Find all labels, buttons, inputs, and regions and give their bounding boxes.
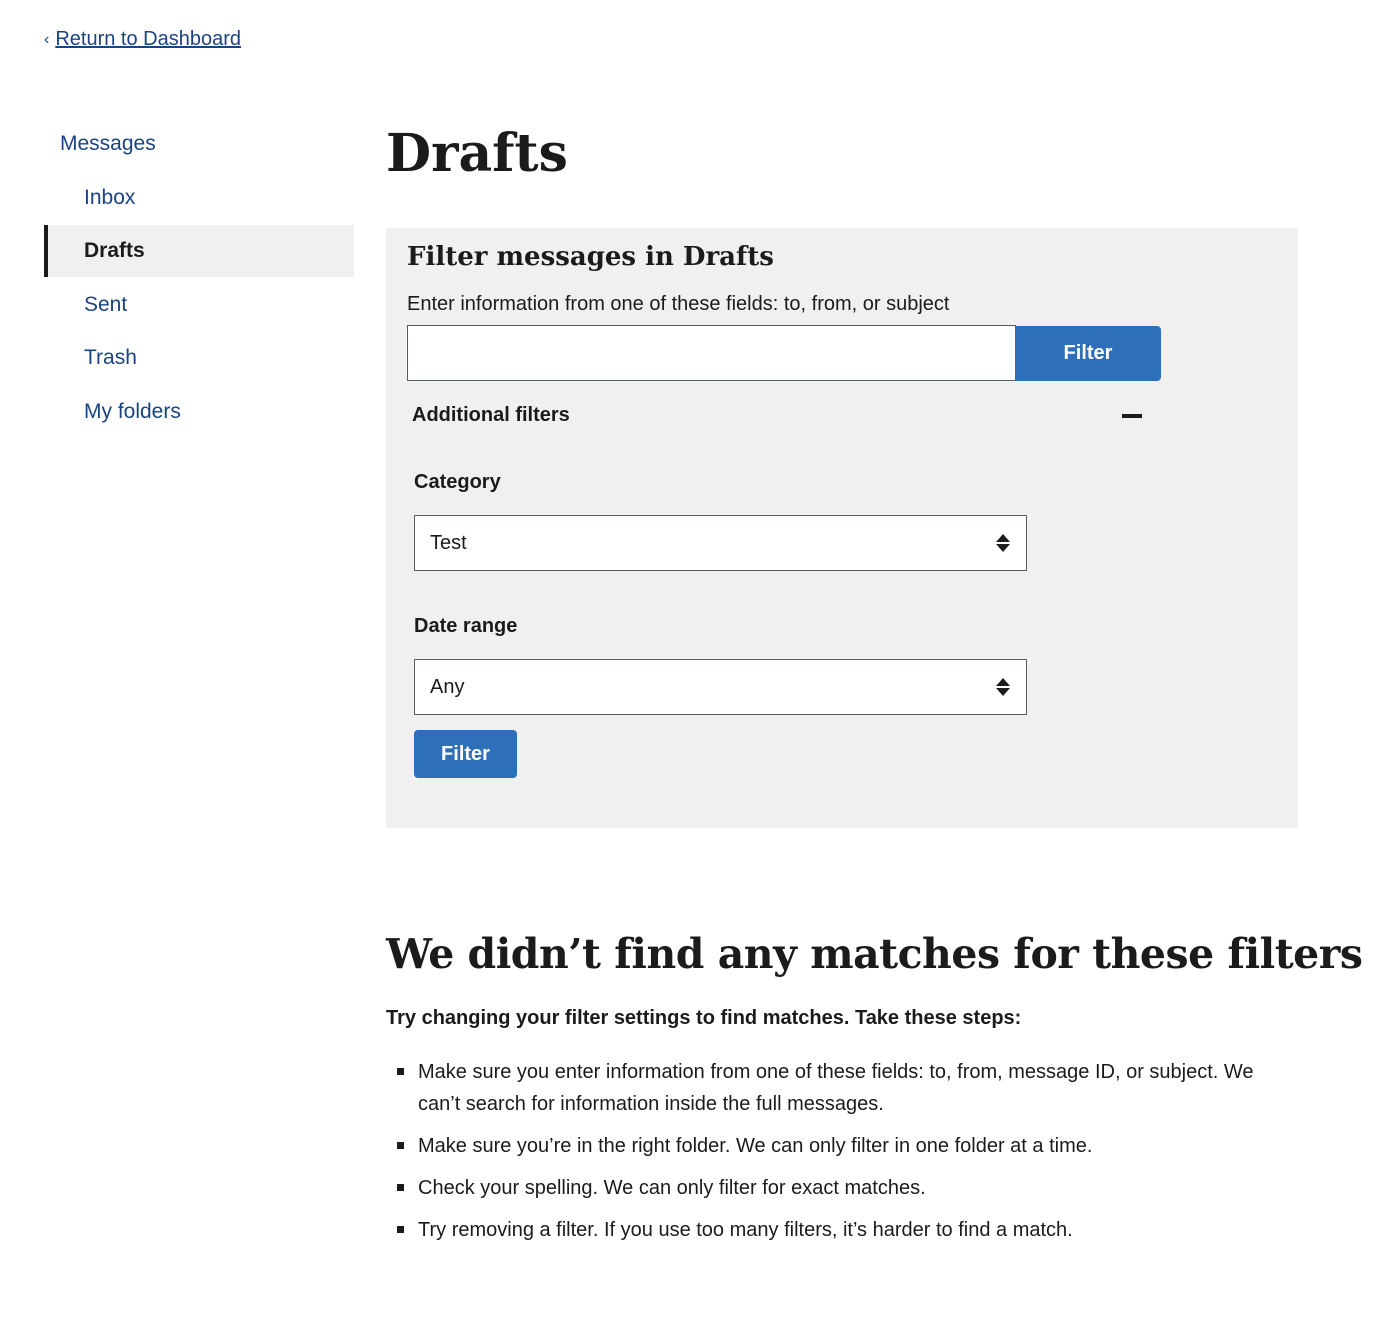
sidenav: Messages Inbox Drafts Sent Trash My fold… — [44, 118, 354, 439]
return-to-dashboard-link[interactable]: Return to Dashboard — [55, 28, 241, 51]
square-bullet-icon — [397, 1068, 404, 1075]
page-title: Drafts — [386, 123, 568, 184]
filter-button[interactable]: Filter — [1015, 326, 1161, 381]
category-select[interactable]: Test — [414, 515, 1027, 571]
list-item: Check your spelling. We can only filter … — [386, 1172, 1298, 1204]
search-input[interactable] — [407, 325, 1016, 381]
main-content: Drafts Filter messages in Drafts Enter i… — [386, 110, 1363, 1241]
filter-hint: Enter information from one of these fiel… — [407, 293, 950, 315]
back-link: ‹ Return to Dashboard — [44, 28, 241, 51]
sidenav-item-my-folders[interactable]: My folders — [44, 386, 354, 438]
sidenav-item-messages[interactable]: Messages — [44, 118, 354, 170]
tips-list: Make sure you enter information from one… — [386, 1056, 1298, 1256]
list-item: Make sure you enter information from one… — [386, 1056, 1298, 1120]
minus-icon[interactable] — [1122, 413, 1142, 418]
tip-text: Try removing a filter. If you use too ma… — [418, 1219, 1073, 1241]
sort-arrows-icon — [996, 678, 1010, 696]
square-bullet-icon — [397, 1142, 404, 1149]
apply-filter-button[interactable]: Filter — [414, 730, 517, 778]
sidenav-item-trash[interactable]: Trash — [44, 332, 354, 384]
sidenav-item-inbox[interactable]: Inbox — [44, 172, 354, 224]
filter-heading: Filter messages in Drafts — [407, 242, 774, 272]
list-item: Make sure you’re in the right folder. We… — [386, 1130, 1298, 1162]
date-range-select-value: Any — [430, 675, 465, 698]
date-range-select[interactable]: Any — [414, 659, 1027, 715]
tip-text: Check your spelling. We can only filter … — [418, 1177, 926, 1199]
no-results-lead: Try changing your filter settings to fin… — [386, 1007, 1022, 1029]
tip-text: Make sure you’re in the right folder. We… — [418, 1135, 1093, 1157]
category-label: Category — [414, 471, 501, 493]
no-results-heading: We didn’t find any matches for these fil… — [386, 930, 1363, 978]
date-range-label: Date range — [414, 615, 518, 637]
tip-text: Make sure you enter information from one… — [418, 1061, 1254, 1115]
chevron-left-icon: ‹ — [44, 30, 50, 48]
sort-arrows-icon — [996, 534, 1010, 552]
additional-filters-toggle[interactable]: Additional filters — [412, 404, 1142, 427]
list-item: Try removing a filter. If you use too ma… — [386, 1214, 1298, 1246]
sidenav-item-drafts[interactable]: Drafts — [44, 225, 354, 277]
filter-panel: Filter messages in Drafts Enter informat… — [386, 228, 1298, 828]
square-bullet-icon — [397, 1226, 404, 1233]
sidenav-item-sent[interactable]: Sent — [44, 279, 354, 331]
square-bullet-icon — [397, 1184, 404, 1191]
additional-filters-label: Additional filters — [412, 404, 570, 426]
category-select-value: Test — [430, 531, 467, 554]
